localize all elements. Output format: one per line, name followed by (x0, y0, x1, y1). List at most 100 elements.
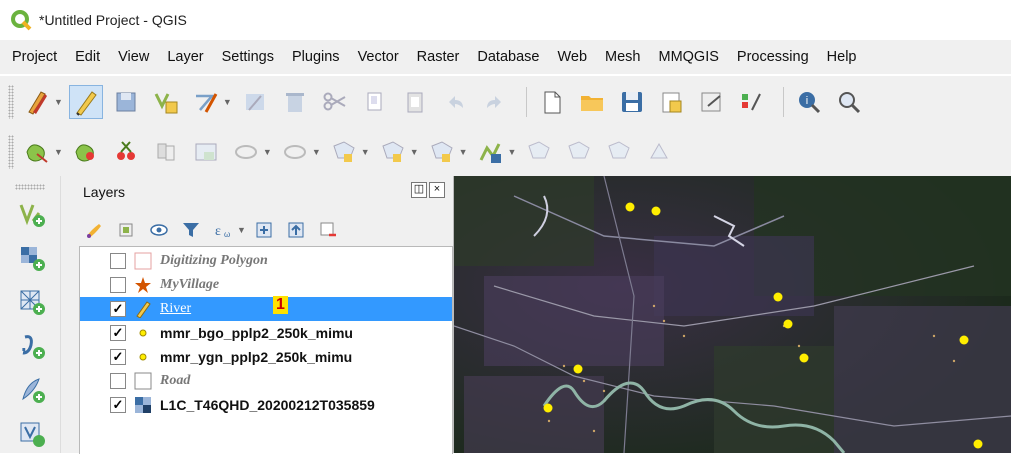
layer-visibility-checkbox[interactable]: ✓ (110, 397, 126, 413)
save-project-button[interactable] (615, 85, 649, 119)
menu-project[interactable]: Project (0, 49, 66, 65)
delete-part-button[interactable] (602, 135, 636, 169)
satellite-imagery (454, 176, 1011, 453)
add-group-button[interactable] (115, 218, 139, 242)
paste-features-button[interactable] (398, 85, 432, 119)
layer-visibility-checkbox[interactable]: ✓ (110, 301, 126, 317)
filter-by-expression-button[interactable]: εω (211, 218, 235, 242)
new-shapefile-layer-button[interactable] (12, 370, 52, 410)
dropdown-arrow-icon[interactable]: ▼ (54, 97, 63, 107)
menu-help[interactable]: Help (818, 49, 866, 65)
simplify-icon (333, 141, 355, 162)
layer-row-river[interactable]: ✓ River (80, 297, 452, 321)
dropdown-arrow-icon[interactable]: ▼ (361, 147, 370, 157)
layer-row-myvillage[interactable]: MyVillage (80, 273, 452, 297)
add-delimited-text-layer-button[interactable]: , (12, 326, 52, 366)
menu-layer[interactable]: Layer (158, 49, 212, 65)
current-edits-button[interactable] (20, 85, 54, 119)
layer-visibility-checkbox[interactable]: ✓ (110, 349, 126, 365)
layer-row-road[interactable]: Road (80, 369, 452, 393)
layer-visibility-checkbox[interactable] (110, 373, 126, 389)
show-layout-manager-button[interactable] (695, 85, 729, 119)
new-project-button[interactable] (535, 85, 569, 119)
identify-features-button[interactable]: i (792, 85, 826, 119)
save-edits-button[interactable] (109, 85, 143, 119)
style-manager-button[interactable] (735, 85, 769, 119)
layer-row-mmr-bgo[interactable]: ✓ mmr_bgo_pplp2_250k_mimu (80, 321, 452, 345)
menu-vector[interactable]: Vector (349, 49, 408, 65)
toolbar-grip[interactable] (15, 184, 45, 190)
layer-row-digitizing-polygon[interactable]: Digitizing Polygon (80, 249, 452, 273)
copy-features-button[interactable] (358, 85, 392, 119)
zoom-tool-button[interactable] (832, 85, 866, 119)
offset-point-symbols-button[interactable] (278, 135, 312, 169)
delete-ring-button[interactable] (562, 135, 596, 169)
add-mesh-layer-button[interactable] (12, 282, 52, 322)
layer-visibility-checkbox[interactable] (110, 277, 126, 293)
paintbrush-icon (87, 224, 101, 238)
menu-edit[interactable]: Edit (66, 49, 109, 65)
dropdown-arrow-icon[interactable]: ▼ (312, 147, 321, 157)
split-features-button[interactable] (69, 135, 103, 169)
layer-row-l1c-raster[interactable]: ✓ L1C_T46QHD_20200212T035859 (80, 393, 452, 417)
reshape-features-button[interactable] (20, 135, 54, 169)
rotate-point-symbols-button[interactable] (229, 135, 263, 169)
manage-map-themes-button[interactable] (147, 218, 171, 242)
restore-icon[interactable]: ◫ (411, 182, 427, 198)
layer-visibility-checkbox[interactable]: ✓ (110, 325, 126, 341)
redo-button[interactable] (478, 85, 512, 119)
layer-name: mmr_bgo_pplp2_250k_mimu (160, 325, 353, 341)
fill-ring-button[interactable] (522, 135, 556, 169)
remove-layer-button[interactable] (316, 218, 340, 242)
dropdown-arrow-icon[interactable]: ▼ (459, 147, 468, 157)
svg-text:ε: ε (215, 224, 221, 239)
filter-legend-button[interactable] (179, 218, 203, 242)
toolbar-grip[interactable] (8, 135, 14, 169)
modify-attributes-button[interactable] (238, 85, 272, 119)
menu-view[interactable]: View (109, 49, 158, 65)
add-vector-layer-button[interactable] (12, 194, 52, 234)
open-layer-styling-button[interactable] (83, 218, 107, 242)
vertex-editor-button[interactable] (474, 135, 508, 169)
toolbar-grip[interactable] (8, 85, 14, 119)
menu-plugins[interactable]: Plugins (283, 49, 349, 65)
dropdown-arrow-icon[interactable]: ▼ (223, 97, 232, 107)
split-parts-button[interactable] (109, 135, 143, 169)
dropdown-arrow-icon[interactable]: ▼ (508, 147, 517, 157)
layer-visibility-checkbox[interactable] (110, 253, 126, 269)
cut-features-button[interactable] (318, 85, 352, 119)
add-virtual-layer-button[interactable] (12, 414, 52, 454)
expand-all-button[interactable] (252, 218, 276, 242)
menu-settings[interactable]: Settings (213, 49, 283, 65)
merge-attributes-button[interactable] (189, 135, 223, 169)
reverse-line-button[interactable] (642, 135, 676, 169)
undo-button[interactable] (438, 85, 472, 119)
add-raster-layer-button[interactable] (12, 238, 52, 278)
open-project-button[interactable] (575, 85, 609, 119)
dropdown-arrow-icon[interactable]: ▼ (54, 147, 63, 157)
toolbar-separator (525, 87, 527, 117)
menu-mesh[interactable]: Mesh (596, 49, 649, 65)
dropdown-arrow-icon[interactable]: ▼ (410, 147, 419, 157)
layer-row-mmr-ygn[interactable]: ✓ mmr_ygn_pplp2_250k_mimu (80, 345, 452, 369)
menu-raster[interactable]: Raster (408, 49, 469, 65)
menu-database[interactable]: Database (468, 49, 548, 65)
close-icon[interactable]: × (429, 182, 445, 198)
annotation-badge-1: 1 (273, 296, 288, 314)
toggle-editing-button[interactable] (68, 85, 103, 119)
add-part-button[interactable] (425, 135, 459, 169)
dropdown-arrow-icon[interactable]: ▼ (263, 147, 272, 157)
vertex-tool-button[interactable] (189, 85, 223, 119)
new-print-layout-button[interactable] (655, 85, 689, 119)
merge-features-button[interactable] (149, 135, 183, 169)
add-ring-button[interactable] (376, 135, 410, 169)
simplify-feature-button[interactable] (327, 135, 361, 169)
add-point-feature-button[interactable] (149, 85, 183, 119)
menu-processing[interactable]: Processing (728, 49, 818, 65)
collapse-all-button[interactable] (284, 218, 308, 242)
menu-web[interactable]: Web (548, 49, 596, 65)
menu-mmqgis[interactable]: MMQGIS (650, 49, 728, 65)
map-canvas[interactable] (454, 176, 1011, 453)
dropdown-arrow-icon[interactable]: ▼ (237, 225, 246, 235)
delete-selected-button[interactable] (278, 85, 312, 119)
